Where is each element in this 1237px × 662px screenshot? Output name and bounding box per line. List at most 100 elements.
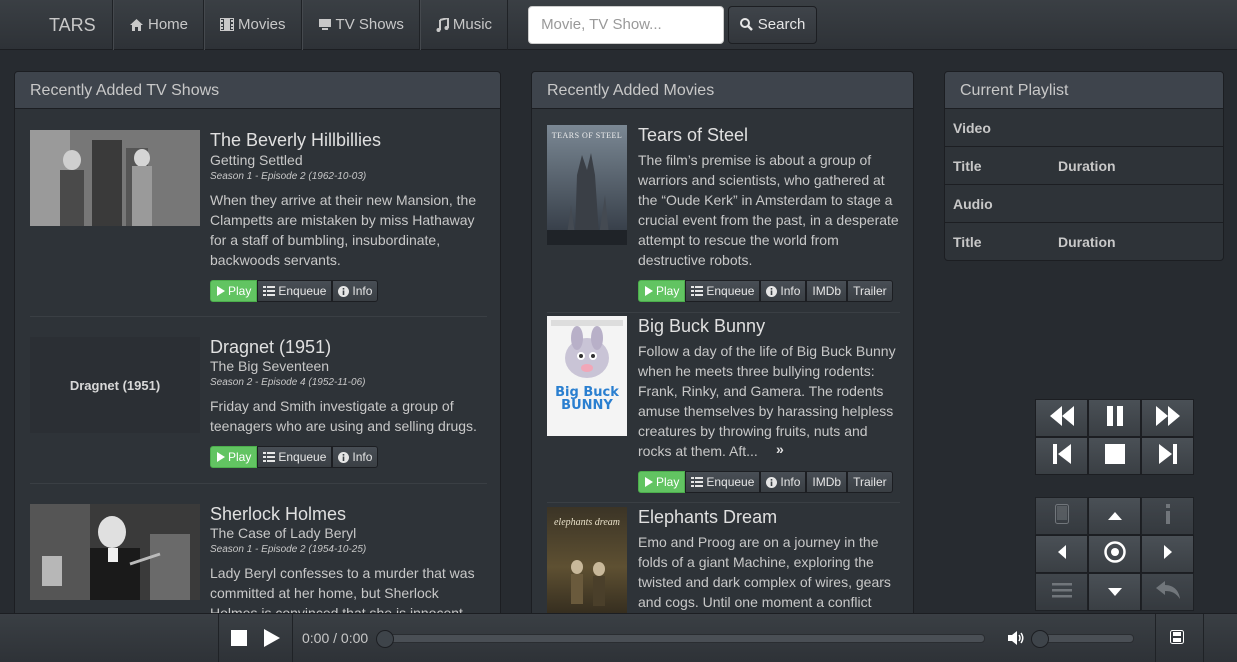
select-button[interactable]	[1088, 535, 1141, 573]
tv-episode-title: Getting Settled	[210, 152, 303, 168]
play-button[interactable]: Play	[210, 280, 258, 302]
playlist-audio-columns: Title Duration	[945, 223, 1223, 260]
play-icon	[264, 629, 280, 651]
progress-track[interactable]	[378, 634, 985, 643]
playlist-audio-header: Audio	[945, 185, 1223, 223]
info-button[interactable]: Info	[332, 280, 379, 302]
tv-item: Dragnet (1951) Dragnet (1951) The Big Se…	[30, 337, 490, 477]
info-icon	[766, 476, 778, 488]
info-label: Info	[780, 475, 801, 489]
left-button[interactable]	[1035, 535, 1088, 573]
player-bar: 0:00 / 0:00	[0, 613, 1237, 662]
play-button[interactable]: Play	[210, 446, 258, 468]
nav-music[interactable]: Music	[419, 0, 509, 50]
play-button[interactable]: Play	[638, 280, 686, 302]
info-button[interactable]: Info	[332, 446, 379, 468]
enqueue-button[interactable]: Enqueue	[685, 471, 761, 493]
player-separator	[218, 614, 219, 662]
play-icon	[644, 286, 653, 296]
down-button[interactable]	[1088, 573, 1141, 611]
volume-handle[interactable]	[1031, 630, 1049, 648]
movie-poster[interactable]: Big Buck BUNNY	[547, 316, 627, 436]
triangle-right-icon	[1163, 544, 1172, 564]
navbar: TARS Home Movies TV Shows Music Search	[0, 0, 1237, 50]
music-icon	[436, 17, 449, 32]
movie-description: Follow a day of the life of Big Buck Bun…	[638, 343, 896, 459]
read-more-link[interactable]: »	[776, 441, 784, 457]
nav-home[interactable]: Home	[113, 0, 205, 50]
enqueue-label: Enqueue	[278, 284, 327, 298]
info-icon	[338, 451, 350, 463]
trailer-button[interactable]: Trailer	[847, 280, 893, 302]
stop-button[interactable]	[1088, 437, 1141, 475]
previous-button[interactable]	[1035, 437, 1088, 475]
search-input[interactable]	[528, 5, 725, 44]
enqueue-button[interactable]: Enqueue	[685, 280, 761, 302]
search-button[interactable]: Search	[728, 5, 818, 44]
tv-description: Friday and Smith investigate a group of …	[210, 398, 477, 434]
tv-item: The Beverly Hillbillies Getting Settled …	[30, 130, 490, 310]
fast-forward-button[interactable]	[1141, 399, 1194, 437]
movie-divider	[547, 502, 900, 503]
triangle-up-icon	[1107, 507, 1122, 525]
back-button[interactable]	[1141, 573, 1194, 611]
info-button[interactable]: Info	[760, 471, 807, 493]
movie-title: Big Buck Bunny	[638, 316, 766, 336]
movie-title: Tears of Steel	[638, 125, 749, 145]
enqueue-button[interactable]: Enqueue	[257, 446, 333, 468]
tv-icon	[318, 18, 332, 31]
list-icon	[263, 286, 276, 296]
fast-forward-icon	[1155, 405, 1180, 431]
pause-button[interactable]	[1088, 399, 1141, 437]
player-stop-button[interactable]	[231, 630, 247, 646]
enqueue-label: Enqueue	[278, 450, 327, 464]
imdb-button[interactable]: IMDb	[806, 280, 848, 302]
tv-thumbnail[interactable]	[30, 130, 200, 226]
tv-episode-title: The Case of Lady Beryl	[210, 525, 357, 541]
tv-episode-info: Season 1 - Episode 2 (1962-10-03)	[210, 171, 367, 182]
up-button[interactable]	[1088, 497, 1141, 535]
play-button[interactable]: Play	[638, 471, 686, 493]
device-button[interactable]	[1035, 497, 1088, 535]
movie-poster[interactable]: TEARS OF STEEL	[547, 125, 627, 245]
play-label: Play	[228, 450, 252, 464]
menu-button[interactable]	[1035, 573, 1088, 611]
next-button[interactable]	[1141, 437, 1194, 475]
info-label: Info	[352, 284, 373, 298]
tv-episode-info: Season 1 - Episode 2 (1954-10-25)	[210, 544, 367, 555]
trailer-button[interactable]: Trailer	[847, 471, 893, 493]
nav-tv-shows[interactable]: TV Shows	[301, 0, 420, 50]
movie-actions: Play Enqueue Info IMDb Trailer	[638, 471, 893, 493]
volume-icon[interactable]	[1008, 630, 1026, 651]
progress-handle[interactable]	[376, 630, 394, 648]
search-button-label: Search	[757, 16, 806, 33]
stop-icon	[1104, 443, 1125, 469]
right-button[interactable]	[1141, 535, 1194, 573]
player-play-button[interactable]	[264, 629, 280, 647]
enqueue-label: Enqueue	[706, 284, 755, 298]
info-remote-button[interactable]	[1141, 497, 1194, 535]
imdb-button[interactable]: IMDb	[806, 471, 848, 493]
search-form: Search	[528, 5, 818, 44]
save-icon[interactable]	[1170, 630, 1184, 649]
tv-actions: Play Enqueue Info	[210, 446, 379, 468]
playlist-audio-label: Audio	[953, 195, 993, 212]
movie-poster[interactable]: elephants dream	[547, 507, 627, 627]
tv-item: Sherlock Holmes The Case of Lady Beryl S…	[30, 504, 490, 630]
info-button[interactable]: Info	[760, 280, 807, 302]
back-arrow-icon	[1155, 580, 1180, 604]
playlist-video-header: Video	[945, 109, 1223, 147]
brand[interactable]: TARS	[0, 0, 113, 50]
enqueue-button[interactable]: Enqueue	[257, 280, 333, 302]
play-label: Play	[656, 475, 680, 489]
tv-thumbnail[interactable]	[30, 504, 200, 600]
nav-home-label: Home	[148, 16, 189, 33]
nav-movies[interactable]: Movies	[204, 0, 302, 50]
rewind-button[interactable]	[1035, 399, 1088, 437]
pause-icon	[1105, 405, 1125, 431]
skip-forward-icon	[1158, 443, 1177, 469]
player-separator	[1155, 614, 1156, 662]
playlist-video-columns: Title Duration	[945, 147, 1223, 185]
tv-thumbnail[interactable]: Dragnet (1951)	[30, 337, 200, 433]
player-separator	[1203, 614, 1204, 662]
